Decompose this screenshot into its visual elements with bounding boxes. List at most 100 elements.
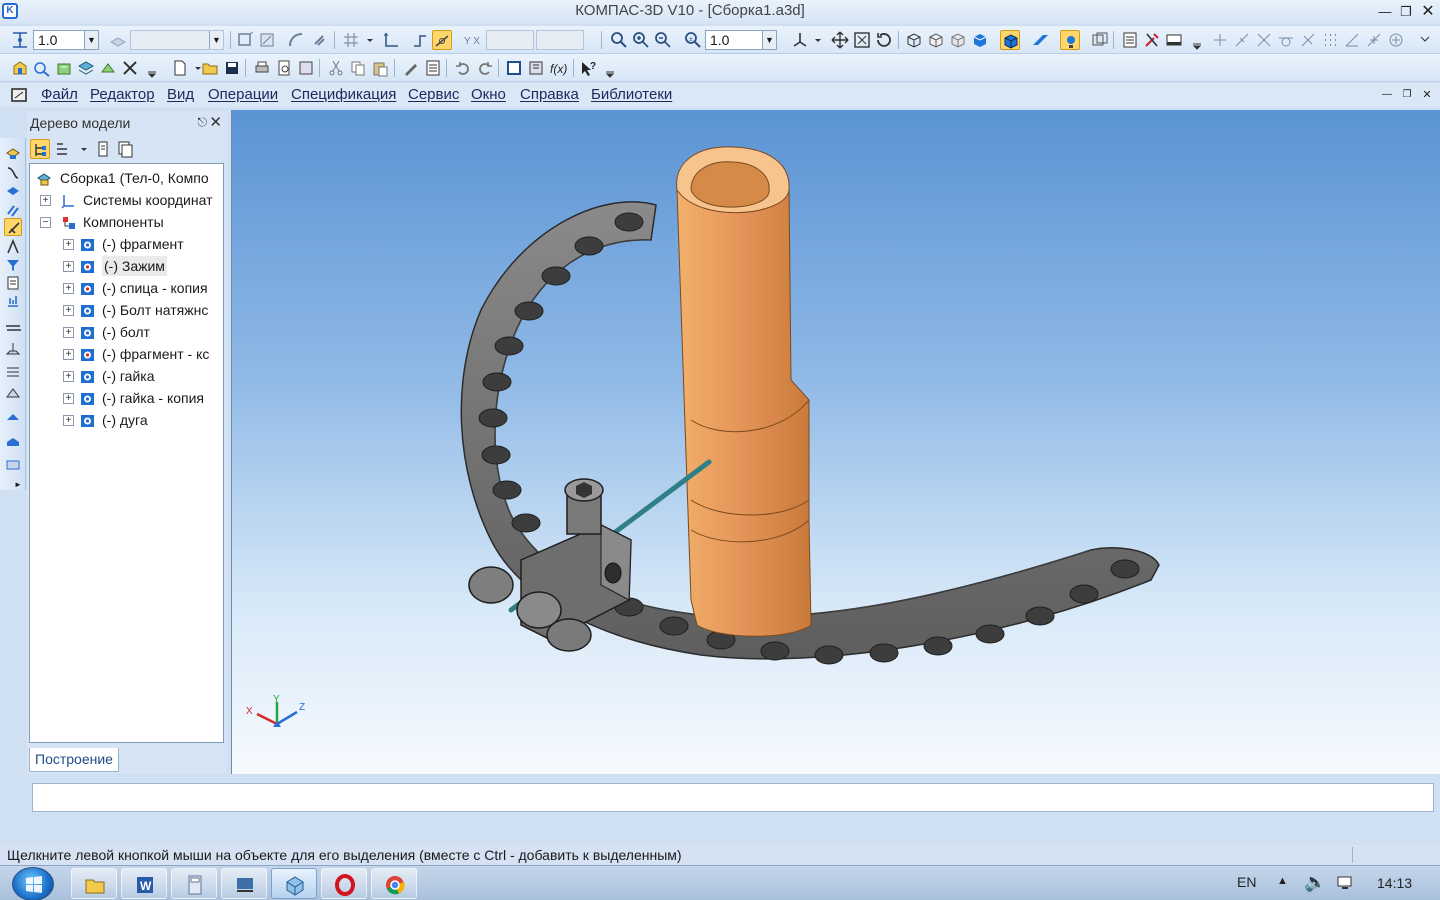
print-preview-icon[interactable]	[274, 58, 294, 78]
start-button[interactable]	[12, 867, 54, 900]
doc-minimize-button[interactable]: —	[1378, 87, 1396, 103]
menu-libraries[interactable]: Библиотеки	[591, 86, 672, 103]
spec-objects-icon[interactable]	[4, 274, 22, 292]
insert-component-icon[interactable]	[54, 58, 74, 78]
hole-icon[interactable]	[4, 408, 22, 426]
edit-tools-icon[interactable]	[120, 58, 140, 78]
expand-icon[interactable]: +	[63, 283, 74, 294]
perspective-icon[interactable]	[1030, 30, 1050, 50]
undo-icon[interactable]	[453, 58, 473, 78]
snap-angle-icon[interactable]	[1342, 30, 1362, 50]
help-pointer-icon[interactable]: ?	[578, 58, 598, 78]
view-manager-icon[interactable]	[1164, 30, 1184, 50]
redo-icon[interactable]	[475, 58, 495, 78]
tools-icon[interactable]	[1142, 30, 1162, 50]
step-dropdown-icon[interactable]: ▼	[84, 31, 98, 49]
format-icon[interactable]	[401, 58, 421, 78]
mate-icon[interactable]	[76, 58, 96, 78]
rebuild-icon[interactable]	[235, 30, 255, 50]
assembly-model[interactable]	[232, 110, 1440, 774]
manager-icon[interactable]	[504, 58, 524, 78]
mates-icon[interactable]	[4, 218, 22, 236]
variables-icon[interactable]	[526, 58, 546, 78]
tray-expand-icon[interactable]: ▲	[1277, 875, 1288, 887]
coord-x-input[interactable]	[486, 30, 534, 50]
menu-specification[interactable]: Спецификация	[291, 86, 396, 103]
snap-tangent-icon[interactable]	[1276, 30, 1296, 50]
new-dropdown-icon[interactable]	[188, 58, 201, 78]
cut-icon[interactable]	[326, 58, 346, 78]
bone-model[interactable]	[676, 146, 812, 637]
toolbar-overflow-icon-2[interactable]	[142, 58, 157, 78]
ortho-icon[interactable]	[410, 30, 430, 50]
grid-icon[interactable]	[341, 30, 361, 50]
rotate-op-icon[interactable]	[4, 362, 22, 380]
menu-edit[interactable]: Редактор	[90, 86, 155, 103]
expand-icon[interactable]: +	[63, 393, 74, 404]
paste-icon[interactable]	[370, 58, 390, 78]
coord-y-input[interactable]	[536, 30, 584, 50]
rotate-icon[interactable]	[874, 30, 894, 50]
snap-icon[interactable]	[432, 30, 452, 50]
open-folder-icon[interactable]	[200, 58, 220, 78]
expand-icon[interactable]: +	[63, 327, 74, 338]
volume-icon[interactable]: 🔈	[1304, 872, 1326, 893]
snap-point-icon[interactable]	[1210, 30, 1230, 50]
wireframe-icon[interactable]	[904, 30, 924, 50]
save-icon[interactable]	[222, 58, 242, 78]
layer-dropdown-icon[interactable]: ▼	[209, 31, 223, 49]
sketch-plane-icon[interactable]	[4, 318, 22, 336]
taskbar-opera[interactable]	[321, 868, 367, 899]
collapse-icon[interactable]: −	[40, 217, 51, 228]
minimize-button[interactable]: —	[1376, 4, 1394, 20]
snap-intersect-icon[interactable]	[1254, 30, 1274, 50]
tree-settings-icon[interactable]	[115, 139, 135, 159]
scene-icon[interactable]	[1090, 30, 1110, 50]
taskbar-explorer[interactable]	[71, 868, 117, 899]
preview-icon[interactable]	[296, 58, 316, 78]
snap-dropdown-icon[interactable]	[1415, 30, 1435, 50]
reports-icon[interactable]	[4, 292, 22, 310]
3d-viewport[interactable]: X Y Z	[231, 110, 1440, 774]
thin-hidden-icon[interactable]	[948, 30, 968, 50]
new-document-icon[interactable]	[170, 58, 190, 78]
layer-select[interactable]: ▼	[130, 30, 224, 50]
expand-icon[interactable]: +	[63, 261, 74, 272]
snap-grid-points-icon[interactable]	[1320, 30, 1340, 50]
tree-structure-icon[interactable]	[30, 139, 50, 159]
orientation-dropdown-icon[interactable]	[808, 30, 821, 50]
zoom-scale-icon[interactable]: ±	[683, 30, 703, 50]
zoom-in-icon[interactable]	[631, 30, 651, 50]
clip-icon[interactable]	[309, 30, 329, 50]
tab-build[interactable]: Построение	[29, 748, 119, 772]
shaded-edges-icon[interactable]	[1000, 30, 1020, 50]
expand-icon[interactable]: +	[63, 371, 74, 382]
expand-icon[interactable]: +	[63, 415, 74, 426]
toolbar-overflow-icon-3[interactable]	[600, 58, 615, 78]
close-button[interactable]: ✕	[1419, 4, 1437, 20]
extrude-icon[interactable]	[4, 340, 22, 358]
menu-file[interactable]: Файл	[41, 86, 78, 103]
hidden-lines-icon[interactable]	[926, 30, 946, 50]
zoom-input[interactable]: 1.0 ▼	[705, 30, 777, 50]
cursor-coords-icon[interactable]: Y X	[462, 30, 482, 50]
menu-window[interactable]: Окно	[471, 86, 506, 103]
zoom-out-icon[interactable]	[653, 30, 673, 50]
menu-service[interactable]: Сервис	[408, 86, 459, 103]
light-icon[interactable]	[1060, 30, 1080, 50]
add-component-icon[interactable]	[32, 58, 52, 78]
arrays-icon[interactable]	[4, 200, 22, 218]
loft-icon[interactable]	[4, 384, 22, 402]
properties-icon[interactable]	[257, 30, 277, 50]
edit-assembly-icon[interactable]	[4, 144, 22, 162]
print-icon[interactable]	[252, 58, 272, 78]
tree-view-dropdown-icon[interactable]	[74, 139, 87, 159]
zoom-in-window-icon[interactable]	[609, 30, 629, 50]
measure-tool-icon[interactable]	[4, 238, 22, 256]
pan-icon[interactable]	[830, 30, 850, 50]
taskbar-calculator[interactable]	[171, 868, 217, 899]
snap-center-icon[interactable]	[1386, 30, 1406, 50]
taskbar-network[interactable]	[221, 868, 267, 899]
network-tray-icon[interactable]	[1336, 874, 1356, 890]
document-icon[interactable]	[10, 86, 28, 104]
